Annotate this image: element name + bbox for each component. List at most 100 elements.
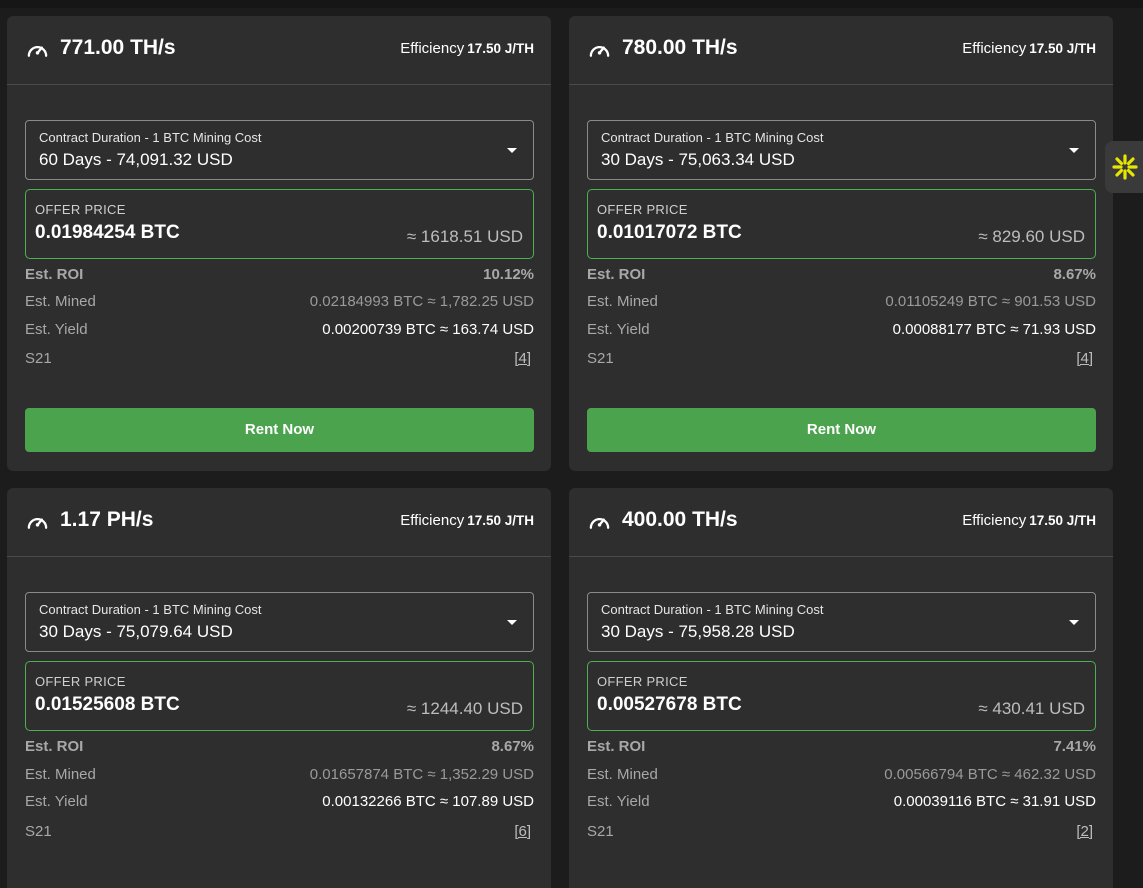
select-value: 30 Days - 75,063.34 USD [601,150,795,169]
roi-label: Est. ROI [587,738,646,755]
machine-count-link[interactable]: [6] [514,823,534,840]
offer-price-box: OFFER PRICE 0.01984254 BTC ≈ 1618.51 USD [25,189,534,259]
offer-price-btc: 0.01525608 BTC [35,694,180,715]
select-value: 30 Days - 75,958.28 USD [601,622,795,641]
efficiency-value: 17.50 J/TH [1029,513,1096,528]
offer-price-label: OFFER PRICE [597,674,688,689]
rent-now-button[interactable]: Rent Now [587,408,1096,452]
contract-duration-select[interactable]: Contract Duration - 1 BTC Mining Cost 30… [587,120,1096,180]
select-label: Contract Duration - 1 BTC Mining Cost [601,602,824,617]
sparkle-icon [1112,154,1138,180]
offer-price-box: OFFER PRICE 0.00527678 BTC ≈ 430.41 USD [587,661,1096,731]
rental-offer-card: 400.00 TH/s Efficiency 17.50 J/TH Contrac… [569,488,1113,888]
roi-value: 10.12% [483,266,534,283]
mined-value: 0.01105249 BTC ≈ 901.53 USD [885,293,1096,310]
offer-price-label: OFFER PRICE [35,202,126,217]
efficiency-label: Efficiency [400,40,465,57]
efficiency: Efficiency 17.50 J/TH [400,40,534,57]
mined-row: Est. Mined 0.02184993 BTC ≈ 1,782.25 USD [25,293,534,313]
offer-price-box: OFFER PRICE 0.01525608 BTC ≈ 1244.40 USD [25,661,534,731]
efficiency-value: 17.50 J/TH [1029,41,1096,56]
machine-count-link[interactable]: [4] [1076,350,1096,367]
model-row: S21 [4] [587,350,1096,370]
model-name: S21 [25,823,52,840]
select-value: 60 Days - 74,091.32 USD [39,150,233,169]
mined-label: Est. Mined [25,766,96,783]
model-name: S21 [25,350,52,367]
offer-price-btc: 0.00527678 BTC [597,694,742,715]
offer-price-btc: 0.01984254 BTC [35,222,180,243]
card-header: 771.00 TH/s Efficiency 17.50 J/TH [7,16,551,85]
mined-label: Est. Mined [25,293,96,310]
offer-price-btc: 0.01017072 BTC [597,222,742,243]
roi-label: Est. ROI [25,266,84,283]
efficiency-label: Efficiency [962,40,1027,57]
mined-value: 0.00566794 BTC ≈ 462.32 USD [884,766,1096,783]
model-name: S21 [587,823,614,840]
yield-label: Est. Yield [25,321,88,338]
floating-widget-button[interactable] [1105,141,1143,193]
speedometer-icon [589,45,610,57]
contract-duration-select[interactable]: Contract Duration - 1 BTC Mining Cost 30… [587,592,1096,652]
mined-row: Est. Mined 0.00566794 BTC ≈ 462.32 USD [587,766,1096,786]
card-header: 400.00 TH/s Efficiency 17.50 J/TH [569,488,1113,557]
efficiency-label: Efficiency [400,512,465,529]
model-row: S21 [2] [587,823,1096,843]
yield-label: Est. Yield [587,321,650,338]
offer-price-box: OFFER PRICE 0.01017072 BTC ≈ 829.60 USD [587,189,1096,259]
efficiency-label: Efficiency [962,512,1027,529]
efficiency: Efficiency 17.50 J/TH [962,40,1096,57]
roi-value: 7.41% [1053,738,1096,755]
efficiency: Efficiency 17.50 J/TH [400,512,534,529]
yield-label: Est. Yield [587,793,650,810]
caret-down-icon [1069,620,1079,625]
contract-duration-select[interactable]: Contract Duration - 1 BTC Mining Cost 60… [25,120,534,180]
speedometer-icon [589,517,610,529]
offer-price-usd: ≈ 1618.51 USD [406,227,523,246]
select-value: 30 Days - 75,079.64 USD [39,622,233,641]
speedometer-icon [27,45,48,57]
card-header: 1.17 PH/s Efficiency 17.50 J/TH [7,488,551,557]
select-label: Contract Duration - 1 BTC Mining Cost [601,130,824,145]
hashrate-value: 400.00 TH/s [622,508,738,531]
mined-value: 0.02184993 BTC ≈ 1,782.25 USD [309,293,534,310]
yield-row: Est. Yield 0.00132266 BTC ≈ 107.89 USD [25,793,534,813]
roi-value: 8.67% [1053,266,1096,283]
machine-count-link[interactable]: [4] [514,350,534,367]
caret-down-icon [1069,148,1079,153]
yield-row: Est. Yield 0.00088177 BTC ≈ 71.93 USD [587,321,1096,341]
rent-now-button[interactable]: Rent Now [25,408,534,452]
contract-duration-select[interactable]: Contract Duration - 1 BTC Mining Cost 30… [25,592,534,652]
yield-value: 0.00132266 BTC ≈ 107.89 USD [322,793,534,810]
hashrate-value: 771.00 TH/s [60,36,176,59]
offer-price-usd: ≈ 1244.40 USD [406,699,523,718]
top-bar [0,0,1143,8]
efficiency-value: 17.50 J/TH [467,41,534,56]
yield-row: Est. Yield 0.00039116 BTC ≈ 31.91 USD [587,793,1096,813]
roi-row: Est. ROI 8.67% [587,266,1096,286]
roi-row: Est. ROI 10.12% [25,266,534,286]
machine-count-link[interactable]: [2] [1076,823,1096,840]
roi-value: 8.67% [491,738,534,755]
model-row: S21 [6] [25,823,534,843]
hashrate-value: 1.17 PH/s [60,508,154,531]
yield-label: Est. Yield [25,793,88,810]
roi-label: Est. ROI [25,738,84,755]
offer-price-usd: ≈ 829.60 USD [978,227,1085,246]
model-name: S21 [587,350,614,367]
mined-row: Est. Mined 0.01657874 BTC ≈ 1,352.29 USD [25,766,534,786]
efficiency-value: 17.50 J/TH [467,513,534,528]
offer-price-label: OFFER PRICE [597,202,688,217]
card-header: 780.00 TH/s Efficiency 17.50 J/TH [569,16,1113,85]
efficiency: Efficiency 17.50 J/TH [962,512,1096,529]
hashrate-value: 780.00 TH/s [622,36,738,59]
rental-offer-card: 780.00 TH/s Efficiency 17.50 J/TH Contrac… [569,16,1113,471]
yield-row: Est. Yield 0.00200739 BTC ≈ 163.74 USD [25,321,534,341]
offer-price-label: OFFER PRICE [35,674,126,689]
caret-down-icon [507,148,517,153]
roi-row: Est. ROI 7.41% [587,738,1096,758]
mined-label: Est. Mined [587,293,658,310]
speedometer-icon [27,517,48,529]
yield-value: 0.00039116 BTC ≈ 31.91 USD [893,793,1096,810]
select-label: Contract Duration - 1 BTC Mining Cost [39,602,262,617]
